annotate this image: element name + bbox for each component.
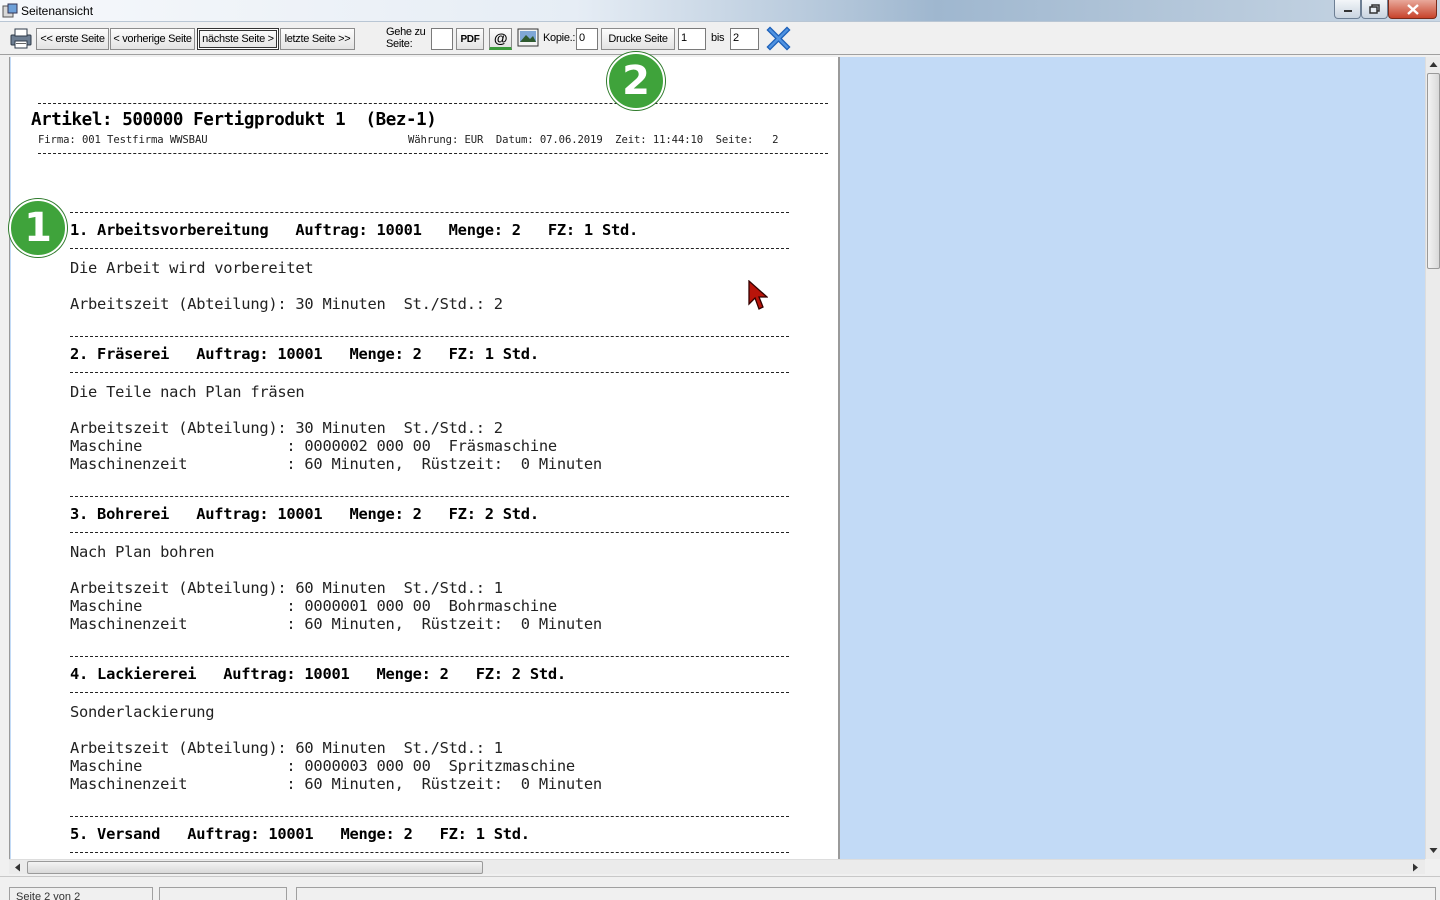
preview-viewport[interactable]: Artikel: 500000 Fertigprodukt 1 (Bez-1) … (9, 57, 1425, 859)
step-machinetime: Maschinenzeit : 60 Minuten, Rüstzeit: 0 … (70, 455, 602, 473)
restore-button[interactable] (1361, 0, 1388, 19)
annotation-badge-2: 2 (607, 52, 665, 110)
close-window-button[interactable] (1388, 0, 1437, 19)
image-icon (517, 28, 539, 47)
last-page-button[interactable]: letzte Seite >> (280, 28, 355, 50)
vertical-scrollbar[interactable] (1425, 57, 1440, 859)
report-title: Artikel: 500000 Fertigprodukt 1 (Bez-1) (31, 110, 437, 130)
mouse-cursor-icon (748, 280, 768, 310)
separator (70, 372, 789, 373)
step-heading: 5. Versand Auftrag: 10001 Menge: 2 FZ: 1… (70, 825, 530, 843)
status-panel (159, 887, 287, 900)
minimize-button[interactable] (1334, 0, 1361, 19)
step-machinetime: Maschinenzeit : 60 Minuten, Rüstzeit: 0 … (70, 775, 602, 793)
horizontal-scrollbar[interactable] (9, 859, 1425, 874)
separator (70, 656, 789, 657)
pdf-button[interactable]: PDF (456, 28, 484, 50)
to-label: bis (711, 32, 725, 44)
step-description: Die Teile nach Plan fräsen (70, 383, 305, 401)
close-icon (1406, 3, 1419, 15)
step-description: Nach Plan bohren (70, 543, 215, 561)
status-bar: Seite 2 von 2 (0, 876, 1440, 900)
separator (70, 336, 789, 337)
print-from-input[interactable]: 1 (678, 28, 706, 50)
title-bar: Seitenansicht (0, 0, 1440, 22)
step-machine: Maschine : 0000001 000 00 Bohrmaschine (70, 597, 557, 615)
previous-page-button[interactable]: < vorherige Seite (110, 28, 195, 50)
app-icon (2, 3, 18, 18)
step-heading: 4. Lackiererei Auftrag: 10001 Menge: 2 F… (70, 665, 566, 683)
step-machinetime: Maschinenzeit : 60 Minuten, Rüstzeit: 0 … (70, 615, 602, 633)
separator (70, 816, 789, 817)
minimize-icon (1343, 10, 1352, 12)
printer-icon (10, 28, 32, 49)
close-x-icon (766, 26, 791, 51)
annotation-badge-1: 1 (9, 199, 67, 257)
status-panel-page: Seite 2 von 2 (9, 887, 153, 900)
separator (70, 852, 789, 853)
window-title: Seitenansicht (21, 4, 94, 18)
separator (70, 496, 789, 497)
step-heading: 3. Bohrerei Auftrag: 10001 Menge: 2 FZ: … (70, 505, 539, 523)
scroll-up-icon[interactable] (1429, 61, 1438, 68)
step-heading: 1. Arbeitsvorbereitung Auftrag: 10001 Me… (70, 221, 639, 239)
step-worktime: Arbeitszeit (Abteilung): 30 Minuten St./… (70, 295, 503, 313)
step-machine: Maschine : 0000002 000 00 Fräsmaschine (70, 437, 557, 455)
close-preview-button[interactable] (766, 26, 791, 51)
copies-input[interactable]: 0 (576, 28, 598, 50)
report-page: Artikel: 500000 Fertigprodukt 1 (Bez-1) … (11, 57, 840, 859)
scroll-right-icon[interactable] (1412, 863, 1419, 872)
separator (38, 153, 828, 154)
print-to-input[interactable]: 2 (730, 28, 759, 50)
first-page-button[interactable]: << erste Seite (36, 28, 109, 50)
print-page-button[interactable]: Drucke Seite (601, 28, 675, 50)
separator (70, 532, 789, 533)
status-panel (296, 887, 1436, 900)
step-worktime: Arbeitszeit (Abteilung): 60 Minuten St./… (70, 579, 503, 597)
step-worktime: Arbeitszeit (Abteilung): 30 Minuten St./… (70, 419, 503, 437)
step-description: Die Arbeit wird vorbereitet (70, 259, 314, 277)
page-info: Seite 2 von 2 (16, 891, 81, 900)
scroll-left-icon[interactable] (14, 863, 21, 872)
step-heading: 2. Fräserei Auftrag: 10001 Menge: 2 FZ: … (70, 345, 539, 363)
next-page-button[interactable]: nächste Seite > (197, 28, 279, 50)
report-meta: Währung: EUR Datum: 07.06.2019 Zeit: 11:… (408, 134, 779, 146)
restore-icon (1369, 4, 1380, 14)
printer-button[interactable] (9, 26, 33, 50)
step-worktime: Arbeitszeit (Abteilung): 60 Minuten St./… (70, 739, 503, 757)
copies-label: Kopie.: (543, 32, 576, 44)
image-export-button[interactable] (516, 27, 540, 49)
horizontal-scroll-thumb[interactable] (27, 861, 483, 874)
goto-page-input[interactable] (431, 28, 453, 50)
goto-page-label: Gehe zu Seite: (386, 26, 426, 50)
vertical-scroll-thumb[interactable] (1427, 73, 1440, 269)
scroll-down-icon[interactable] (1429, 847, 1438, 854)
step-description: Sonderlackierung (70, 703, 215, 721)
separator (70, 212, 789, 213)
separator (70, 692, 789, 693)
report-firma: Firma: 001 Testfirma WWSBAU (38, 134, 208, 146)
step-machine: Maschine : 0000003 000 00 Spritzmaschine (70, 757, 575, 775)
email-button[interactable]: @ (489, 28, 512, 50)
separator (70, 248, 789, 249)
separator (38, 103, 828, 104)
toolbar: << erste Seite < vorherige Seite nächste… (0, 22, 1440, 55)
